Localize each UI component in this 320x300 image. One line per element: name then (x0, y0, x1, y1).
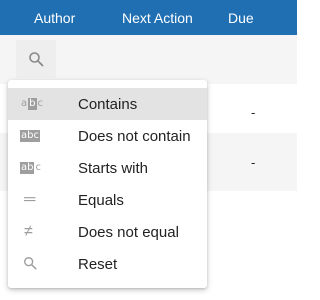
filter-option-label: Does not contain (78, 128, 191, 145)
due-cell: - (251, 155, 256, 170)
filter-option-equals[interactable]: ═ Equals (8, 184, 207, 216)
column-header-next-action[interactable]: Next Action (122, 10, 193, 26)
filter-dropdown-menu: abc Contains abc Does not contain ab c St… (8, 80, 207, 288)
filter-option-does-not-contain[interactable]: abc Does not contain (8, 120, 207, 152)
filter-button[interactable] (16, 40, 56, 78)
filter-option-label: Contains (78, 96, 138, 113)
filter-option-reset[interactable]: Reset (8, 248, 207, 280)
filter-option-label: Starts with (78, 160, 149, 177)
filter-option-label: Does not equal (78, 224, 179, 241)
equals-icon: ═ (24, 191, 36, 208)
starts-with-icon: ab c (20, 162, 41, 174)
column-header-due[interactable]: Due (228, 10, 254, 26)
table-header: Author Next Action Due (0, 0, 297, 35)
filter-option-label: Equals (78, 192, 124, 209)
contains-icon: abc (21, 98, 43, 110)
filter-option-does-not-equal[interactable]: ≠ Does not equal (8, 216, 207, 248)
filter-option-label: Reset (78, 256, 118, 273)
search-icon (20, 256, 46, 272)
not-equal-icon: ≠ (24, 223, 33, 240)
does-not-contain-icon: abc (20, 130, 40, 142)
filter-option-starts-with[interactable]: ab c Starts with (8, 152, 207, 184)
due-cell: - (251, 105, 256, 120)
filter-option-contains[interactable]: abc Contains (8, 88, 207, 120)
column-header-author[interactable]: Author (34, 10, 75, 26)
search-icon (29, 52, 44, 67)
